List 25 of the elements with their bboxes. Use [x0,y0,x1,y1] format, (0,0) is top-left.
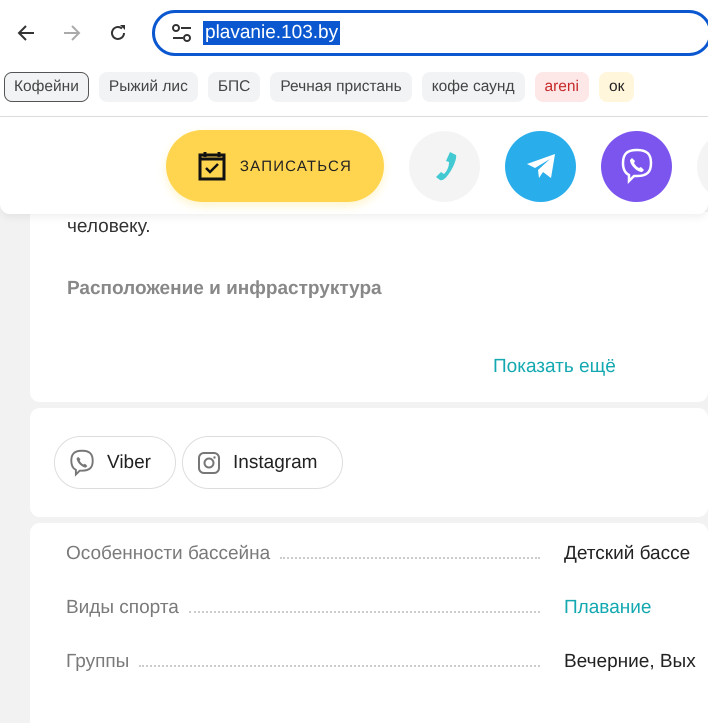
description-text: человеку. [67,216,152,238]
bookmark-chip[interactable]: Рыжий лис [98,72,198,102]
bookmark-chip[interactable]: кофе саунд [422,72,524,102]
bookmark-chip[interactable]: Кофейни [4,72,89,102]
viber-link-button[interactable]: Viber [54,436,176,489]
signup-button[interactable]: ЗАПИСАТЬСЯ [166,130,384,202]
bookmark-chip[interactable]: Речная пристань [270,72,412,102]
bookmark-chip[interactable]: ок [598,72,634,102]
detail-label: Особенности бассейна [66,543,270,565]
site-settings-icon[interactable] [171,23,193,43]
detail-value: Детский бассе [564,543,692,565]
viber-icon [620,148,654,184]
instagram-link-button[interactable]: Instagram [182,436,342,489]
bookmark-chip[interactable]: areni [534,72,589,102]
viber-icon [69,448,95,476]
url-text: plavanie.103.by [203,21,340,45]
address-bar[interactable]: plavanie.103.by [152,10,708,56]
detail-label: Виды спорта [66,597,179,619]
calendar-check-icon [198,151,226,181]
bookmark-chip[interactable]: БПС [208,72,260,102]
instagram-icon [197,450,222,474]
detail-label: Группы [66,651,130,673]
section-heading: Расположение и инфраструктура [67,278,383,300]
paper-plane-icon [526,152,556,180]
detail-value: Вечерние, Вых [564,651,697,673]
